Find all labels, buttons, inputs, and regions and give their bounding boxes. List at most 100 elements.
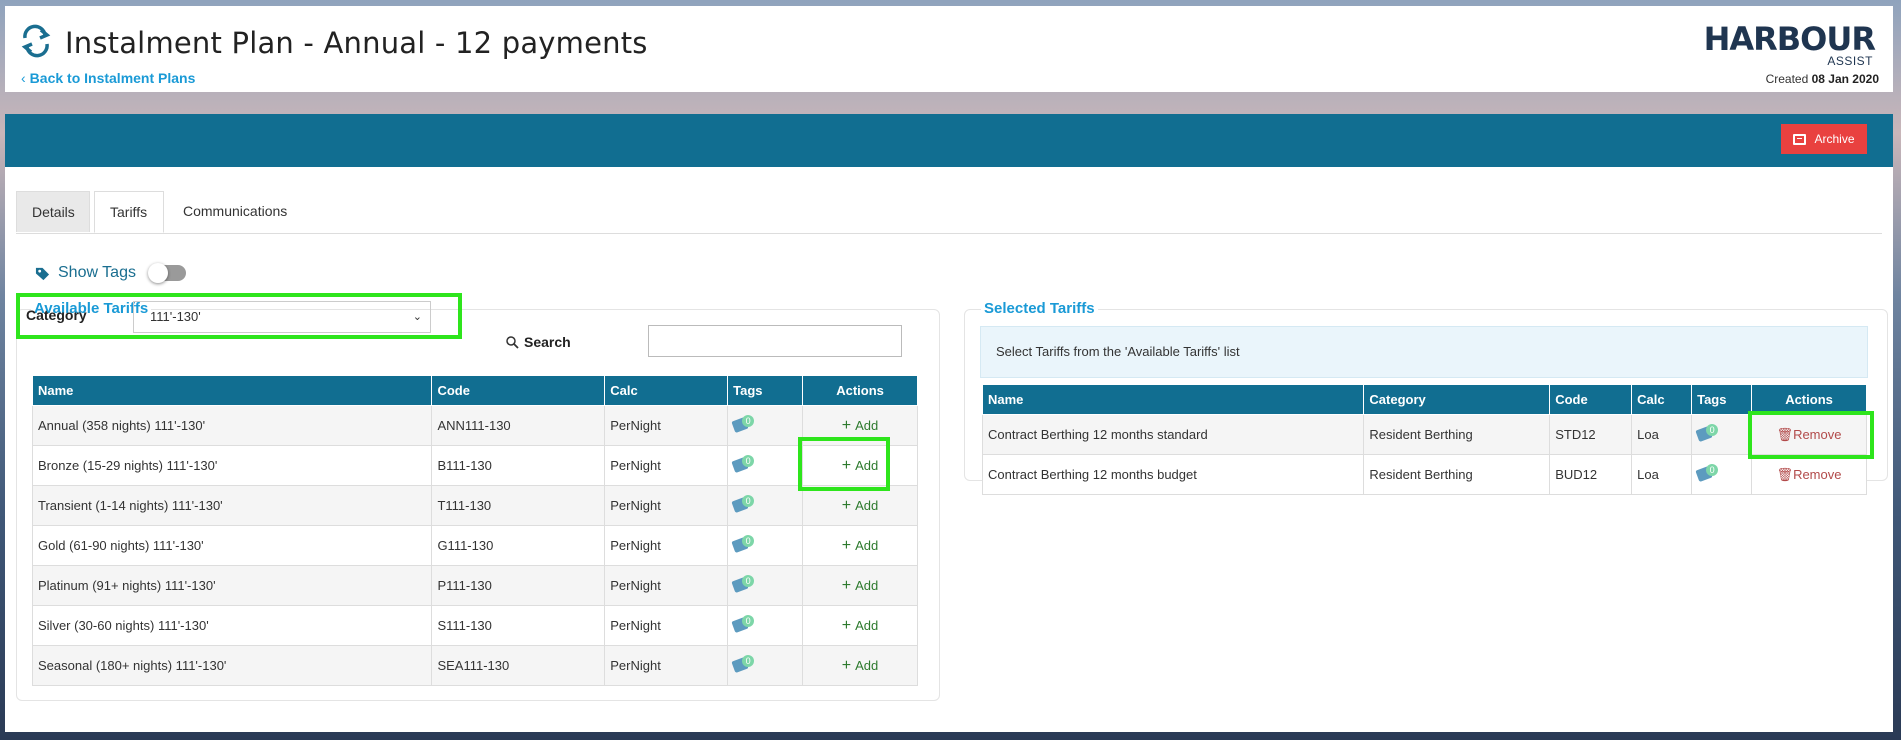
plus-icon: + <box>841 576 852 594</box>
plus-icon: + <box>841 616 852 634</box>
show-tags: Show Tags <box>35 263 186 283</box>
remove-button[interactable]: 🗑Remove <box>1777 427 1842 442</box>
tag-count-icon: 0 <box>731 575 755 594</box>
back-link-label: Back to Instalment Plans <box>29 70 196 86</box>
tag-icon <box>35 267 50 280</box>
trash-icon: 🗑 <box>1776 426 1794 442</box>
column-header: Calc <box>1631 384 1693 415</box>
show-tags-toggle[interactable] <box>147 263 186 283</box>
tariff-name: Annual (358 nights) 111'-130' <box>31 405 433 446</box>
tariff-calc: PerNight <box>604 405 729 446</box>
plus-icon: + <box>841 496 852 514</box>
tag-count-icon: 0 <box>1695 424 1719 443</box>
selected-info-message: Select Tariffs from the 'Available Tarif… <box>980 326 1868 378</box>
category-label: Category <box>26 307 87 323</box>
tags-cell: 0 <box>727 605 804 646</box>
add-button[interactable]: + Add <box>842 537 878 554</box>
tag-count-icon: 0 <box>731 615 755 634</box>
tag-count-icon: 0 <box>731 535 755 554</box>
tariff-calc: PerNight <box>604 605 729 646</box>
tariff-name: Contract Berthing 12 months standard <box>981 414 1365 455</box>
remove-button[interactable]: 🗑Remove <box>1777 467 1842 482</box>
add-button[interactable]: + Add <box>841 496 878 514</box>
search-icon <box>506 335 519 349</box>
created-info: Created 08 Jan 2020 <box>1766 72 1879 86</box>
tariff-code: SEA111-130 <box>431 645 606 686</box>
actions-cell: + Add <box>802 565 918 606</box>
tariff-name: Bronze (15-29 nights) 111'-130' <box>31 445 433 486</box>
tab-tariffs[interactable]: Tariffs <box>94 191 164 233</box>
refresh-icon <box>21 24 51 58</box>
back-link[interactable]: ‹ Back to Instalment Plans <box>21 70 195 86</box>
tariff-code: T111-130 <box>431 485 606 526</box>
tab-details[interactable]: Details <box>16 191 90 232</box>
tags-cell: 0 <box>1691 414 1753 455</box>
tag-count-icon: 0 <box>731 655 755 674</box>
tariff-calc: PerNight <box>604 645 729 686</box>
tariff-calc: PerNight <box>604 525 729 566</box>
add-button[interactable]: + Add <box>841 576 878 594</box>
search-label: Search <box>524 334 571 350</box>
column-header: Actions <box>1751 384 1867 415</box>
add-button[interactable]: + Add <box>841 456 878 474</box>
page-title: Instalment Plan - Annual - 12 payments <box>65 26 648 60</box>
tariff-code: B111-130 <box>431 445 606 486</box>
tariff-name: Silver (30-60 nights) 111'-130' <box>31 605 433 646</box>
created-date: 08 Jan 2020 <box>1811 72 1879 86</box>
tariff-name: Platinum (91+ nights) 111'-130' <box>31 565 433 606</box>
plus-icon: + <box>841 416 852 434</box>
chevron-left-icon: ‹ <box>21 70 26 86</box>
logo: HARBOUR ASSIST <box>1703 20 1876 72</box>
tag-count-icon: 0 <box>731 495 755 514</box>
table-row: Contract Berthing 12 months standard Res… <box>981 414 1867 455</box>
chevron-down-icon: ⌄ <box>412 311 422 323</box>
show-tags-label: Show Tags <box>58 264 136 281</box>
column-header: Calc <box>604 375 729 406</box>
tab-communications[interactable]: Communications <box>168 191 298 232</box>
tags-cell: 0 <box>727 565 804 606</box>
plus-icon: + <box>841 656 852 674</box>
table-row: Annual (358 nights) 111'-130' ANN111-130… <box>31 405 918 446</box>
created-label: Created <box>1765 72 1809 86</box>
toggle-knob <box>147 263 168 283</box>
column-header: Name <box>981 384 1365 415</box>
selected-tariffs-legend: Selected Tariffs <box>981 300 1098 317</box>
tags-cell: 0 <box>1691 454 1753 495</box>
tariff-name: Contract Berthing 12 months budget <box>981 454 1365 495</box>
column-header: Tags <box>1691 384 1753 415</box>
column-header: Name <box>31 375 433 406</box>
tag-count-icon: 0 <box>731 455 755 474</box>
column-header: Code <box>431 375 606 406</box>
category-value: 111'-130' <box>150 309 201 324</box>
logo-main: HARBOUR <box>1703 20 1876 58</box>
tariff-code: ANN111-130 <box>431 405 606 446</box>
tariff-name: Gold (61-90 nights) 111'-130' <box>31 525 433 566</box>
action-bar: Archive <box>5 114 1893 167</box>
tariff-code: BUD12 <box>1549 454 1633 495</box>
tags-cell: 0 <box>727 445 804 486</box>
plus-icon: + <box>841 456 852 474</box>
add-button[interactable]: + Add <box>841 656 878 674</box>
selected-tariffs-table: Name Category Code Calc Tags Actions Con… <box>981 384 1867 495</box>
tariff-code: G111-130 <box>431 525 606 566</box>
trash-icon: 🗑 <box>1776 466 1794 482</box>
add-button[interactable]: + Add <box>841 416 878 434</box>
table-row: Transient (1-14 nights) 111'-130' T111-1… <box>31 485 918 526</box>
actions-cell: + Add <box>802 405 918 446</box>
tariff-code: S111-130 <box>431 605 606 646</box>
table-row: Bronze (15-29 nights) 111'-130' B111-130… <box>31 445 918 486</box>
archive-button[interactable]: Archive <box>1781 124 1867 154</box>
column-header: Category <box>1363 384 1551 415</box>
category-select[interactable]: 111'-130' ⌄ <box>133 301 431 333</box>
add-button[interactable]: + Add <box>841 616 878 634</box>
actions-cell: + Add <box>802 445 918 486</box>
actions-cell: + Add <box>802 605 918 646</box>
search-input[interactable] <box>648 325 902 357</box>
tags-cell: 0 <box>727 485 804 526</box>
table-row: Gold (61-90 nights) 111'-130' G111-130 P… <box>31 525 918 566</box>
available-tariffs-table: Name Code Calc Tags Actions Annual (358 … <box>31 375 918 686</box>
table-row: Seasonal (180+ nights) 111'-130' SEA111-… <box>31 645 918 686</box>
archive-icon <box>1793 133 1807 145</box>
page-header: Instalment Plan - Annual - 12 payments ‹… <box>5 6 1893 92</box>
column-header: Actions <box>802 375 918 406</box>
